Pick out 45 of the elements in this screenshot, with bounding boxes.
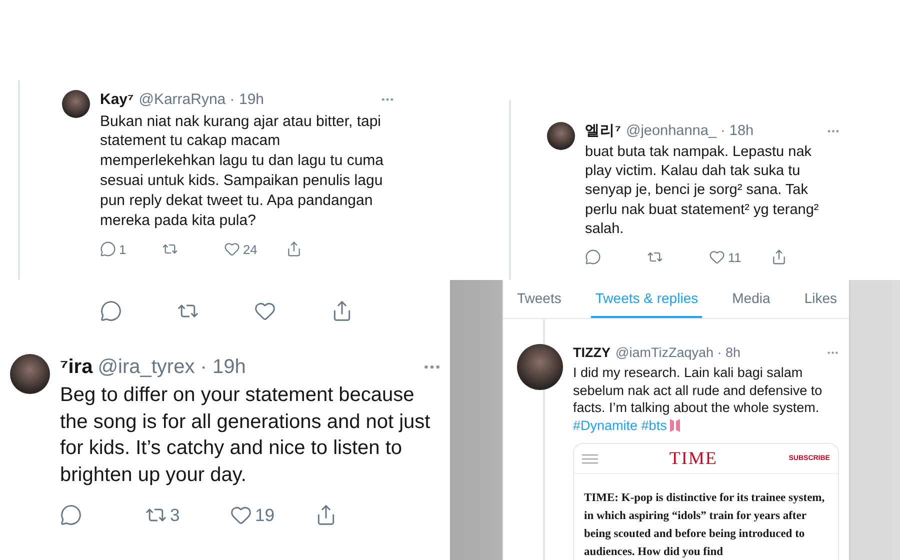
reply-button[interactable]: 1 bbox=[100, 241, 148, 258]
speech-bubble-icon bbox=[60, 504, 82, 526]
reply-button[interactable] bbox=[100, 300, 122, 322]
logo-text: TIME bbox=[669, 448, 718, 470]
card-text: TIME: K-pop is distinctive for its trainee system, in which aspiring “idols” train for years after being scouted and before being introduced to audiences. How did you find bbox=[583, 491, 826, 560]
display-name: Kay⁷ bbox=[100, 90, 134, 110]
share-icon bbox=[771, 249, 787, 266]
handle-and-time: @ira_tyrex · 19h bbox=[98, 355, 247, 380]
profile-tab[interactable]: Media bbox=[728, 280, 774, 318]
heart-icon bbox=[709, 249, 725, 266]
like-button[interactable]: 19 bbox=[230, 504, 280, 526]
heart-icon bbox=[254, 300, 276, 322]
menu-icon bbox=[582, 454, 598, 464]
share-icon bbox=[315, 504, 337, 526]
handle-and-time: @jeonhanna_ · 18h bbox=[626, 122, 755, 141]
heart-icon bbox=[230, 504, 252, 526]
share-button[interactable] bbox=[331, 300, 353, 322]
profile-tab[interactable]: Tweets bbox=[513, 280, 566, 318]
share-icon bbox=[286, 241, 302, 258]
avatar[interactable] bbox=[62, 90, 90, 118]
logo-icon bbox=[670, 419, 680, 432]
profile-tab[interactable]: Likes bbox=[800, 280, 841, 318]
speech-bubble-icon bbox=[100, 241, 116, 258]
retweet-button[interactable]: 3 bbox=[145, 504, 195, 526]
avatar[interactable] bbox=[10, 354, 50, 394]
avatar[interactable] bbox=[517, 344, 563, 390]
like-button[interactable] bbox=[254, 300, 276, 322]
share-icon bbox=[331, 300, 353, 322]
avatar[interactable] bbox=[547, 122, 575, 150]
display-name: TIZZY bbox=[573, 344, 610, 362]
handle-and-time: @iamTizZaqyah · 8h bbox=[616, 344, 742, 362]
display-name: 엘리⁷ bbox=[585, 122, 621, 141]
tweet-text: Beg to differ on your statement because the song is for all generations and not just for kids. It’s catchy and nice to listen to brighten up your day. bbox=[60, 383, 432, 488]
hashtag-link[interactable]: #Dynamite bbox=[573, 418, 638, 434]
tweet-text: I did my research. Lain kali bagi salam sebelum nak act all rude and defensive to facts. I’m talking about the whole system. #Dynamite #bts bbox=[573, 364, 824, 436]
like-button[interactable]: 11 bbox=[709, 249, 759, 266]
speech-bubble-icon bbox=[100, 300, 122, 322]
like-button[interactable]: 24 bbox=[224, 241, 272, 258]
display-name: ⁷ira bbox=[60, 355, 93, 380]
tweet-text: Bukan niat nak kurang ajar atau bitter, tapi statement tu cakap macam memperlekehkan lagu tu dan lagu tu cuma sesuai untuk kids. Sampaikan penulis lagu pun reply dekat tweet tu. Apa pandangan mereka pada kita pula? bbox=[100, 112, 385, 232]
heart-icon bbox=[224, 241, 240, 258]
speech-bubble-icon bbox=[585, 249, 601, 266]
handle-and-time: @KarraRyna · 19h bbox=[138, 90, 265, 110]
hashtag-link[interactable]: #bts bbox=[641, 418, 667, 434]
tweet-text: buat buta tak nampak. Lepastu nak play victim. Kalau dah tak suka tu senyap je, benci je sorg² sana. Tak perlu nak buat statement² yg terang² salah. bbox=[585, 142, 820, 239]
